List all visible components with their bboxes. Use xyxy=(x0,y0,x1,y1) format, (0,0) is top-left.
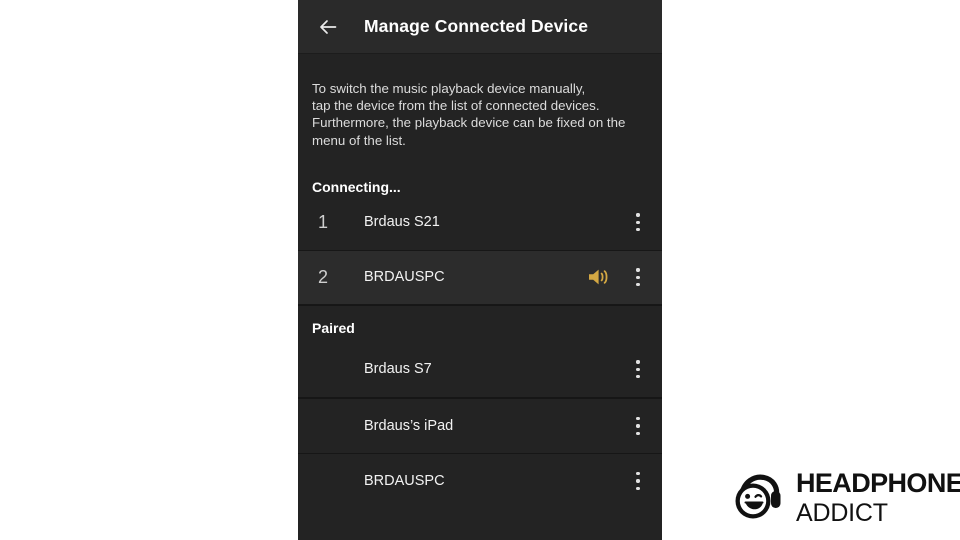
kebab-menu-icon[interactable] xyxy=(628,411,648,441)
app-bar: Manage Connected Device xyxy=(298,0,662,54)
device-name: BRDAUSPC xyxy=(364,472,445,489)
headphones-smiley-logo-icon xyxy=(728,468,788,528)
device-name: Brdaus S21 xyxy=(364,214,440,231)
brand-line-headphones: HEADPHONES xyxy=(796,468,960,498)
kebab-dot xyxy=(636,486,640,490)
kebab-dot xyxy=(636,283,640,287)
kebab-dot xyxy=(636,431,640,435)
kebab-dot xyxy=(636,424,640,428)
arrow-left-icon xyxy=(316,15,340,39)
kebab-dot xyxy=(636,360,640,364)
kebab-dot xyxy=(636,375,640,379)
table-row[interactable]: BRDAUSPC xyxy=(298,452,662,508)
kebab-menu-icon[interactable] xyxy=(628,207,648,237)
kebab-dot xyxy=(636,228,640,232)
kebab-dot xyxy=(636,471,640,476)
paired-device-group: Paired Brdaus S7 xyxy=(298,304,662,398)
kebab-dot xyxy=(636,275,640,279)
kebab-menu-icon[interactable] xyxy=(628,466,648,496)
device-name: Brdaus S7 xyxy=(364,361,432,378)
table-row[interactable]: Brdaus’s iPad xyxy=(298,397,662,453)
description-text: To switch the music playback device manu… xyxy=(312,81,626,148)
table-row[interactable]: Brdaus S7 xyxy=(298,342,662,397)
kebab-menu-icon[interactable] xyxy=(628,262,648,292)
table-row[interactable]: 2 BRDAUSPC xyxy=(298,249,662,305)
kebab-dot xyxy=(636,220,640,224)
kebab-dot xyxy=(636,268,640,272)
kebab-dot xyxy=(636,367,640,371)
section-header-connecting: Connecting... xyxy=(312,178,401,195)
device-name: Brdaus’s iPad xyxy=(364,417,454,434)
page-title: Manage Connected Device xyxy=(364,16,589,36)
device-index: 2 xyxy=(318,266,329,287)
kebab-dot xyxy=(636,213,640,217)
phone-screenshot-panel: Manage Connected Device To switch the mu… xyxy=(298,0,662,540)
kebab-menu-icon[interactable] xyxy=(628,354,648,384)
brand-wordmark: HEADPHONES ADDICT xyxy=(796,470,960,526)
kebab-dot xyxy=(636,416,640,421)
device-name: BRDAUSPC xyxy=(364,269,445,286)
brand-line-addict: ADDICT xyxy=(796,499,888,527)
table-row[interactable]: 1 Brdaus S21 xyxy=(298,195,662,250)
kebab-dot xyxy=(636,479,640,483)
section-header-paired: Paired xyxy=(312,319,355,336)
connecting-device-group: 1 Brdaus S21 2 BRDAUSPC xyxy=(298,194,662,305)
speaker-volume-icon xyxy=(586,266,612,288)
back-button[interactable] xyxy=(304,3,352,51)
brand-logo: HEADPHONES ADDICT xyxy=(728,466,960,530)
device-index: 1 xyxy=(318,211,329,232)
